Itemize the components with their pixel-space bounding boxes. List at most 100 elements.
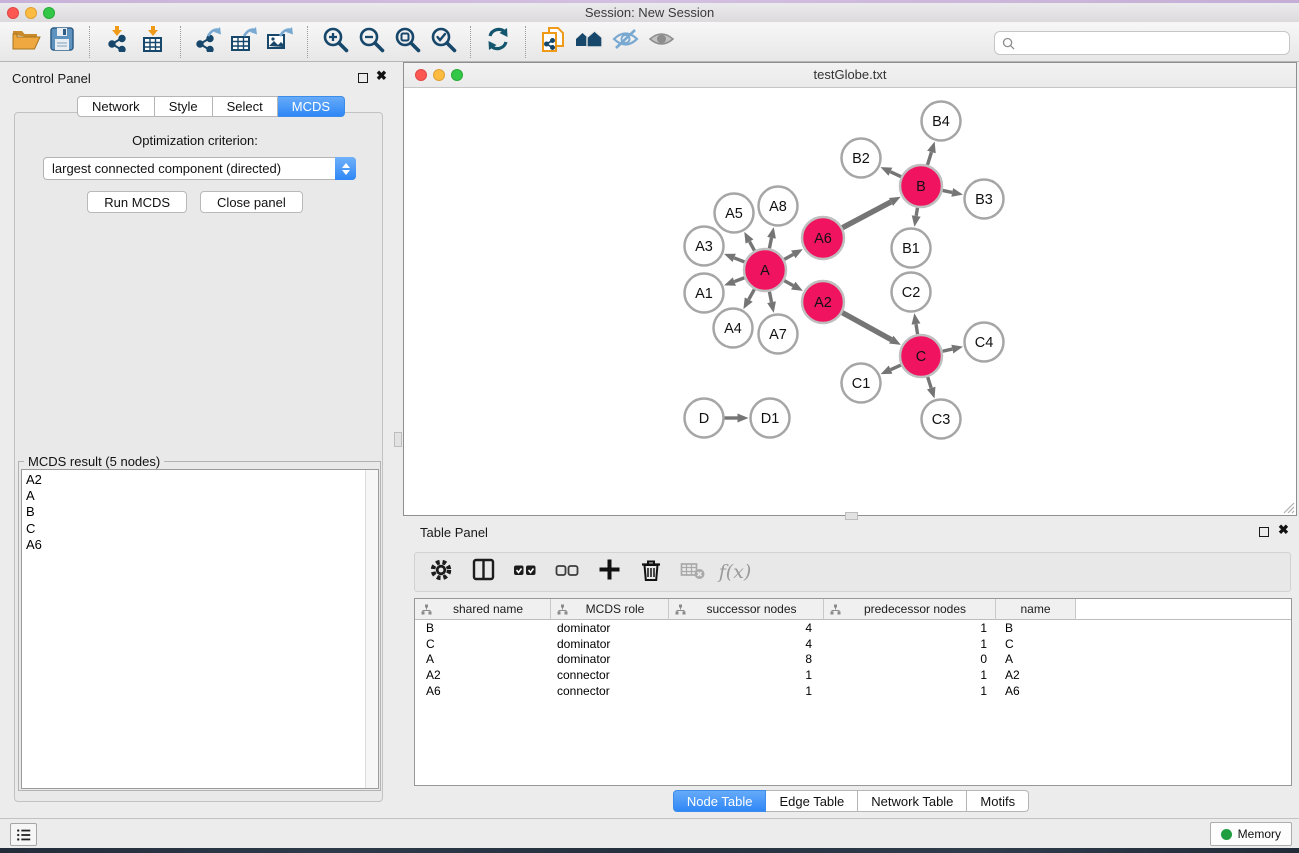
export-image-button[interactable] [262,26,298,58]
select-all-columns-button[interactable] [511,558,539,586]
edge-B-B2[interactable] [890,172,901,177]
edge-B-B4[interactable] [927,152,931,165]
tab-select[interactable]: Select [213,96,278,117]
close-table-panel-icon[interactable]: ✖ [1278,525,1289,535]
new-network-from-selection-button[interactable] [535,26,571,58]
table-row[interactable]: Adominator80A [415,652,1291,668]
edge-A-A7[interactable] [769,292,771,303]
add-column-button[interactable] [595,558,623,586]
network-window-titlebar[interactable]: testGlobe.txt [404,63,1296,88]
edge-A-A2[interactable] [784,281,793,286]
tab-mcds[interactable]: MCDS [278,96,345,117]
node-table-body: Bdominator41BCdominator41CAdominator80AA… [415,620,1291,699]
refresh-button[interactable] [480,26,516,58]
import-network-button[interactable] [99,26,135,58]
network-canvas[interactable]: AA1A2A3A4A5A6A7A8BB1B2B3B4CC1C2C3C4DD1 [404,88,1296,515]
column-header-MCDS-role[interactable]: MCDS role [551,599,669,620]
column-header-shared-name[interactable]: shared name [415,599,551,620]
edge-B-B1[interactable] [916,208,917,216]
column-header-predecessor-nodes[interactable]: predecessor nodes [824,599,996,620]
zoom-in-button[interactable] [317,26,353,58]
edge-A-A6[interactable] [784,254,793,259]
delete-column-button[interactable] [637,558,665,586]
header-filler [1076,599,1291,620]
split-columns-button[interactable] [469,558,497,586]
table-row[interactable]: Bdominator41B [415,620,1291,636]
mcds-result-item[interactable]: A6 [26,537,378,553]
column-header-successor-nodes[interactable]: successor nodes [669,599,824,620]
close-network-icon[interactable] [415,69,427,81]
memory-button[interactable]: Memory [1210,822,1292,846]
open-file-button[interactable] [8,26,44,58]
show-all-icon [648,26,675,57]
float-table-panel-icon[interactable] [1259,527,1269,537]
zoom-network-icon[interactable] [451,69,463,81]
mcds-result-item[interactable]: A2 [26,472,378,488]
tab-edge-table[interactable]: Edge Table [766,790,858,812]
mcds-result-list[interactable]: A2ABCA6 [21,469,379,789]
resize-grip-icon[interactable] [1281,500,1295,514]
mcds-result-item[interactable]: B [26,504,378,520]
edge-A-A1[interactable] [734,278,744,282]
edge-C-C3[interactable] [928,377,932,388]
table-row[interactable]: A6connector11A6 [415,683,1291,699]
settings-gear-button[interactable] [427,558,455,586]
close-window-icon[interactable] [7,7,19,19]
mcds-result-item[interactable]: A [26,488,378,504]
save-session-button[interactable] [44,26,80,58]
table-cell: 1 [669,668,824,682]
network-graph[interactable]: AA1A2A3A4A5A6A7A8BB1B2B3B4CC1C2C3C4DD1 [404,88,1296,515]
show-all-button[interactable] [643,26,679,58]
vertical-divider-handle[interactable] [394,432,402,447]
export-table-button[interactable] [226,26,262,58]
export-network-button[interactable] [190,26,226,58]
scrollbar-track[interactable] [365,470,378,788]
edge-A-A3[interactable] [734,258,744,262]
node-label-A3: A3 [695,239,713,255]
column-header-name[interactable]: name [996,599,1076,620]
search-input[interactable] [1019,36,1289,51]
close-panel-icon[interactable]: ✖ [376,71,387,81]
table-row[interactable]: A2connector11A2 [415,667,1291,683]
zoom-fit-button[interactable] [389,26,425,58]
mcds-result-item[interactable]: C [26,521,378,537]
tab-network-table[interactable]: Network Table [858,790,967,812]
desktop-bottom-strip [0,848,1299,853]
edge-A-A8[interactable] [769,238,771,249]
home-button[interactable] [571,26,607,58]
edge-A2-C[interactable] [842,313,891,340]
tab-network[interactable]: Network [77,96,155,117]
edge-A-A4[interactable] [749,289,755,299]
tab-motifs[interactable]: Motifs [967,790,1029,812]
run-mcds-button[interactable]: Run MCDS [87,191,187,213]
minimize-window-icon[interactable] [25,7,37,19]
float-panel-icon[interactable] [358,73,368,83]
hide-selected-button[interactable] [607,26,643,58]
unselect-all-columns-button[interactable] [553,558,581,586]
table-cell: 1 [824,668,996,682]
refresh-icon [485,26,511,57]
import-table-button[interactable] [135,26,171,58]
function-builder-button[interactable]: f(x) [721,558,749,586]
edge-C-C1[interactable] [891,365,901,370]
zoom-out-button[interactable] [353,26,389,58]
tab-style[interactable]: Style [155,96,213,117]
edge-A-A5[interactable] [750,242,755,251]
zoom-window-icon[interactable] [43,7,55,19]
tab-node-table[interactable]: Node Table [673,790,767,812]
node-table[interactable]: shared nameMCDS rolesuccessor nodesprede… [414,598,1292,786]
edge-C-C2[interactable] [916,324,918,334]
zoom-selected-button[interactable] [425,26,461,58]
table-row[interactable]: Cdominator41C [415,636,1291,652]
edge-A6-B[interactable] [842,202,891,228]
close-panel-button[interactable]: Close panel [200,191,303,213]
criterion-dropdown[interactable]: largest connected component (directed) [43,157,356,180]
table-cell: 8 [669,652,824,666]
edge-B-B3[interactable] [943,190,953,192]
horizontal-divider-handle[interactable] [845,512,858,520]
search-field[interactable] [994,31,1290,55]
delete-table-button[interactable] [679,558,707,586]
minimize-network-icon[interactable] [433,69,445,81]
edge-C-C4[interactable] [942,349,952,351]
task-history-button[interactable] [10,823,37,846]
